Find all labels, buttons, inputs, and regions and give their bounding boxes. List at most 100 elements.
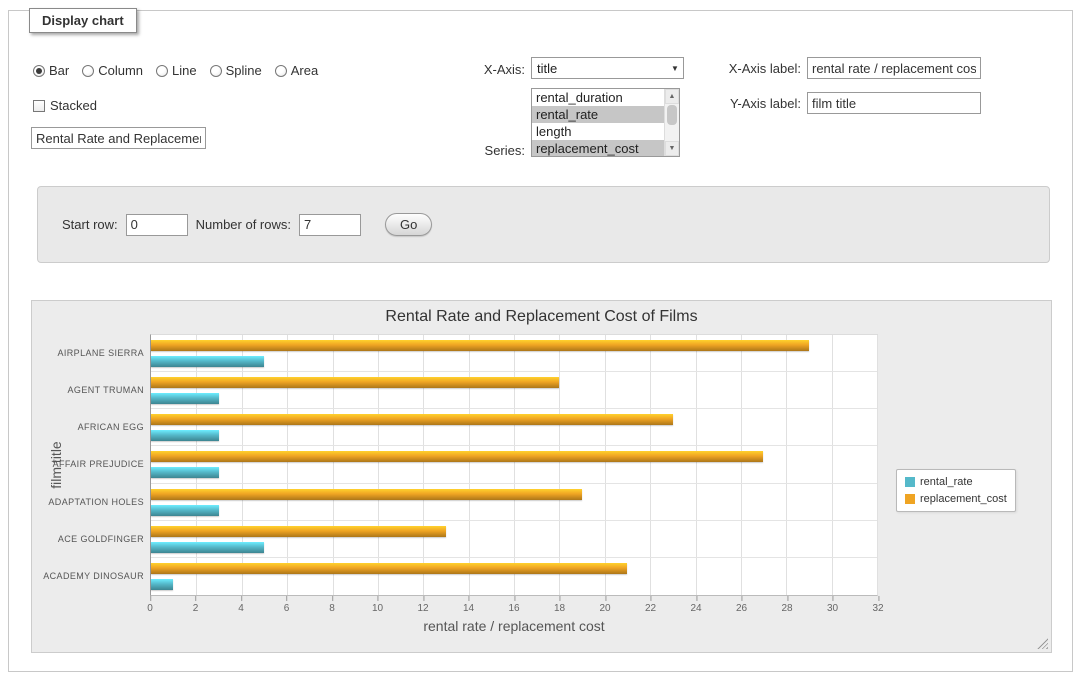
gridline (877, 335, 878, 595)
checkbox-icon[interactable] (33, 100, 45, 112)
x-axis-selected-value: title (532, 61, 667, 76)
radio-option-label: Spline (226, 63, 262, 78)
panel-legend: Display chart (29, 8, 137, 33)
chevron-down-icon[interactable]: ▼ (667, 64, 683, 73)
rental_rate-bar[interactable] (151, 356, 264, 367)
rental_rate-bar[interactable] (151, 505, 219, 516)
x-tick-label: 14 (463, 603, 474, 614)
x-tick-label: 20 (599, 603, 610, 614)
chart-row: AFFAIR PREJUDICE (151, 446, 877, 483)
replacement_cost-bar[interactable] (151, 526, 446, 537)
series-option-replacement_cost[interactable]: replacement_cost (532, 140, 664, 157)
radio-icon[interactable] (156, 65, 168, 77)
radio-option-label: Column (98, 63, 143, 78)
display-chart-panel: Display chart Bar Column Line Spline Area St… (8, 10, 1073, 672)
rental_rate-bar[interactable] (151, 542, 264, 553)
chart-container: Rental Rate and Replacement Cost of Film… (31, 300, 1052, 653)
radio-option-label: Bar (49, 63, 69, 78)
y-axis-label-label: Y-Axis label: (709, 96, 801, 111)
radio-option-label: Area (291, 63, 318, 78)
go-button[interactable]: Go (385, 213, 432, 236)
stacked-checkbox[interactable]: Stacked (33, 98, 97, 113)
chart-row: ACADEMY DINOSAUR (151, 558, 877, 595)
series-option-length[interactable]: length (532, 123, 664, 140)
replacement_cost-bar[interactable] (151, 414, 673, 425)
series-select[interactable]: rental_durationrental_ratelengthreplacem… (531, 88, 680, 157)
replacement_cost-bar[interactable] (151, 563, 627, 574)
x-axis-title: rental rate / replacement cost (150, 618, 878, 634)
chart-row: AGENT TRUMAN (151, 372, 877, 409)
radio-option-spline[interactable]: Spline (210, 63, 262, 78)
x-tick-label: 12 (417, 603, 428, 614)
series-option-rental_rate[interactable]: rental_rate (532, 106, 664, 123)
radio-option-line[interactable]: Line (156, 63, 197, 78)
number-of-rows-input[interactable] (299, 214, 361, 236)
category-label: AGENT TRUMAN (68, 385, 144, 395)
resize-handle-icon[interactable] (1037, 638, 1048, 649)
radio-icon[interactable] (82, 65, 94, 77)
stacked-label: Stacked (50, 98, 97, 113)
rental_rate-bar[interactable] (151, 430, 219, 441)
start-row-input[interactable] (126, 214, 188, 236)
radio-icon[interactable] (210, 65, 222, 77)
rental_rate-bar[interactable] (151, 579, 173, 590)
legend-swatch-icon (905, 477, 915, 487)
legend-item-rental_rate[interactable]: rental_rate (905, 476, 1007, 488)
x-tick-label: 22 (645, 603, 656, 614)
start-row-label: Start row: (62, 217, 118, 232)
x-axis-label-input[interactable] (807, 57, 981, 79)
radio-option-column[interactable]: Column (82, 63, 143, 78)
scrollbar-thumb[interactable] (667, 105, 677, 125)
chart-row: ACE GOLDFINGER (151, 521, 877, 558)
x-tick-label: 0 (147, 603, 153, 614)
scroll-up-icon[interactable]: ▲ (665, 89, 679, 104)
x-tick-label: 6 (284, 603, 290, 614)
scrollbar-track (665, 126, 679, 141)
series-options: rental_durationrental_ratelengthreplacem… (532, 89, 664, 156)
category-label: ACADEMY DINOSAUR (43, 571, 144, 581)
rental_rate-bar[interactable] (151, 467, 219, 478)
legend-swatch-icon (905, 494, 915, 504)
series-option-rental_duration[interactable]: rental_duration (532, 89, 664, 106)
chart-title: Rental Rate and Replacement Cost of Film… (32, 308, 1051, 326)
category-label: ADAPTATION HOLES (48, 497, 144, 507)
replacement_cost-bar[interactable] (151, 489, 582, 500)
category-label: AFRICAN EGG (78, 422, 144, 432)
radio-option-bar[interactable]: Bar (33, 63, 69, 78)
x-tick-label: 2 (193, 603, 199, 614)
legend-label: rental_rate (920, 476, 973, 488)
x-tick-label: 32 (872, 603, 883, 614)
x-axis-select[interactable]: title ▼ (531, 57, 684, 79)
x-tick-label: 30 (827, 603, 838, 614)
x-tick-label: 4 (238, 603, 244, 614)
chart-row: AFRICAN EGG (151, 409, 877, 446)
scroll-down-icon[interactable]: ▼ (665, 141, 679, 156)
rental_rate-bar[interactable] (151, 393, 219, 404)
chart-type-radios: Bar Column Line Spline Area (33, 63, 318, 78)
x-tick-label: 26 (736, 603, 747, 614)
x-tick-label: 8 (329, 603, 335, 614)
x-axis-select-label: X-Axis: (445, 62, 525, 77)
legend-label: replacement_cost (920, 493, 1007, 505)
x-tick-label: 18 (554, 603, 565, 614)
radio-icon[interactable] (33, 65, 45, 77)
chart-title-input[interactable] (31, 127, 206, 149)
series-scrollbar[interactable]: ▲ ▼ (664, 89, 679, 156)
replacement_cost-bar[interactable] (151, 340, 809, 351)
radio-option-label: Line (172, 63, 197, 78)
chart-row: ADAPTATION HOLES (151, 484, 877, 521)
x-tick-label: 16 (508, 603, 519, 614)
plot-area: AIRPLANE SIERRAAGENT TRUMANAFRICAN EGGAF… (150, 334, 878, 596)
chart-row: AIRPLANE SIERRA (151, 335, 877, 372)
category-label: AFFAIR PREJUDICE (53, 459, 144, 469)
replacement_cost-bar[interactable] (151, 451, 763, 462)
radio-icon[interactable] (275, 65, 287, 77)
series-select-label: Series: (445, 143, 525, 158)
row-controls-panel: Start row: Number of rows: Go (37, 186, 1050, 263)
x-tick-label: 10 (372, 603, 383, 614)
x-axis-label-label: X-Axis label: (709, 61, 801, 76)
replacement_cost-bar[interactable] (151, 377, 559, 388)
radio-option-area[interactable]: Area (275, 63, 318, 78)
y-axis-label-input[interactable] (807, 92, 981, 114)
legend-item-replacement_cost[interactable]: replacement_cost (905, 493, 1007, 505)
